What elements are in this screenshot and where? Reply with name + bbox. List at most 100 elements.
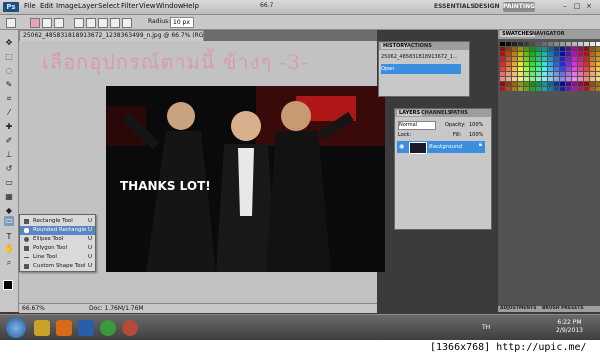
color-swatch[interactable] — [578, 72, 583, 76]
paths-icon[interactable] — [42, 18, 52, 28]
color-swatch[interactable] — [554, 82, 559, 86]
ellipse-shape-icon[interactable] — [110, 18, 120, 28]
color-swatch[interactable] — [566, 52, 571, 56]
color-swatch[interactable] — [584, 82, 589, 86]
color-swatch[interactable] — [536, 62, 541, 66]
color-swatch[interactable] — [560, 47, 565, 51]
color-swatch[interactable] — [500, 52, 505, 56]
color-swatch[interactable] — [566, 62, 571, 66]
workspace-essentials[interactable]: ESSENTIALS — [434, 2, 475, 12]
color-swatch[interactable] — [536, 87, 541, 91]
color-swatch[interactable] — [560, 57, 565, 61]
tab-swatches[interactable]: SWATCHES — [500, 31, 535, 37]
color-swatch[interactable] — [596, 47, 600, 51]
chrome-icon[interactable] — [100, 320, 116, 336]
color-swatch[interactable] — [524, 47, 529, 51]
foreground-color-swatch[interactable] — [3, 280, 13, 290]
workspace-design[interactable]: DESIGN — [474, 2, 500, 12]
minimize-icon[interactable]: – — [560, 2, 570, 11]
color-swatch[interactable] — [560, 87, 565, 91]
gradient-tool-icon[interactable]: ▦ — [4, 192, 14, 202]
color-swatch[interactable] — [566, 72, 571, 76]
color-swatch[interactable] — [542, 77, 547, 81]
color-swatch[interactable] — [500, 42, 505, 46]
color-swatch[interactable] — [530, 57, 535, 61]
color-swatch[interactable] — [530, 67, 535, 71]
color-swatch[interactable] — [536, 52, 541, 56]
color-swatch[interactable] — [536, 72, 541, 76]
color-swatch[interactable] — [560, 77, 565, 81]
color-swatch[interactable] — [512, 62, 517, 66]
color-swatch[interactable] — [530, 42, 535, 46]
type-tool-icon[interactable]: T — [4, 232, 14, 242]
zoom-tool-icon[interactable]: ⌕ — [4, 258, 14, 268]
color-swatch[interactable] — [584, 77, 589, 81]
menu-image[interactable]: Image — [56, 2, 78, 10]
color-swatch[interactable] — [500, 62, 505, 66]
color-swatch[interactable] — [500, 77, 505, 81]
color-swatch[interactable] — [518, 57, 523, 61]
color-swatch[interactable] — [560, 62, 565, 66]
color-swatch[interactable] — [596, 87, 600, 91]
color-swatch[interactable] — [554, 87, 559, 91]
color-swatch[interactable] — [530, 47, 535, 51]
color-swatch[interactable] — [554, 67, 559, 71]
color-swatch[interactable] — [584, 62, 589, 66]
color-swatch[interactable] — [506, 67, 511, 71]
color-swatch[interactable] — [524, 52, 529, 56]
menu-select[interactable]: Select — [98, 2, 120, 10]
color-swatch[interactable] — [578, 57, 583, 61]
color-swatch[interactable] — [518, 87, 523, 91]
color-swatch[interactable] — [500, 67, 505, 71]
shape-tool-icon[interactable]: ▭ — [4, 216, 14, 226]
color-swatch[interactable] — [554, 77, 559, 81]
color-swatch[interactable] — [500, 57, 505, 61]
color-swatch[interactable] — [518, 77, 523, 81]
color-swatch[interactable] — [560, 67, 565, 71]
color-swatch[interactable] — [506, 72, 511, 76]
color-swatch[interactable] — [518, 62, 523, 66]
crop-tool-icon[interactable]: ⌗ — [4, 94, 14, 104]
color-swatch[interactable] — [572, 57, 577, 61]
blend-mode-select[interactable]: Normal — [398, 121, 436, 130]
firefox-icon[interactable] — [56, 320, 72, 336]
history-snapshot[interactable]: 25062_485831818913672_1... — [381, 52, 461, 62]
tab-channels[interactable]: CHANNELS — [421, 110, 451, 116]
color-swatch[interactable] — [506, 52, 511, 56]
color-swatch[interactable] — [590, 42, 595, 46]
color-swatch[interactable] — [590, 77, 595, 81]
rectangle-shape-icon[interactable] — [86, 18, 96, 28]
eraser-tool-icon[interactable]: ▭ — [4, 178, 14, 188]
menu-filter[interactable]: Filter — [121, 2, 138, 10]
color-swatch[interactable] — [536, 47, 541, 51]
menu-edit[interactable]: Edit — [40, 2, 54, 10]
color-swatch[interactable] — [554, 42, 559, 46]
polygon-shape-icon[interactable] — [122, 18, 132, 28]
color-swatch[interactable] — [572, 67, 577, 71]
lasso-tool-icon[interactable]: ◌ — [4, 66, 14, 76]
color-swatch[interactable] — [542, 82, 547, 86]
color-swatch[interactable] — [530, 77, 535, 81]
color-swatch[interactable] — [596, 62, 600, 66]
color-swatch[interactable] — [572, 77, 577, 81]
color-swatch[interactable] — [524, 82, 529, 86]
color-swatch[interactable] — [554, 72, 559, 76]
menu-file[interactable]: File — [24, 2, 36, 10]
color-swatch[interactable] — [554, 52, 559, 56]
app-icon[interactable] — [122, 320, 138, 336]
rounded-rectangle-shape-icon[interactable] — [98, 18, 108, 28]
color-swatch[interactable] — [542, 67, 547, 71]
color-swatch[interactable] — [578, 87, 583, 91]
color-swatch[interactable] — [518, 72, 523, 76]
color-swatch[interactable] — [506, 87, 511, 91]
color-swatch[interactable] — [578, 62, 583, 66]
color-swatch[interactable] — [548, 82, 553, 86]
tab-paths[interactable]: PATHS — [450, 110, 468, 116]
color-swatch[interactable] — [524, 72, 529, 76]
color-swatch[interactable] — [590, 47, 595, 51]
flyout-polygon-tool[interactable]: Polygon Tool U — [20, 244, 95, 253]
color-swatch[interactable] — [578, 42, 583, 46]
color-swatch[interactable] — [590, 72, 595, 76]
color-swatch[interactable] — [506, 82, 511, 86]
fill-value[interactable]: 100% — [469, 132, 483, 138]
